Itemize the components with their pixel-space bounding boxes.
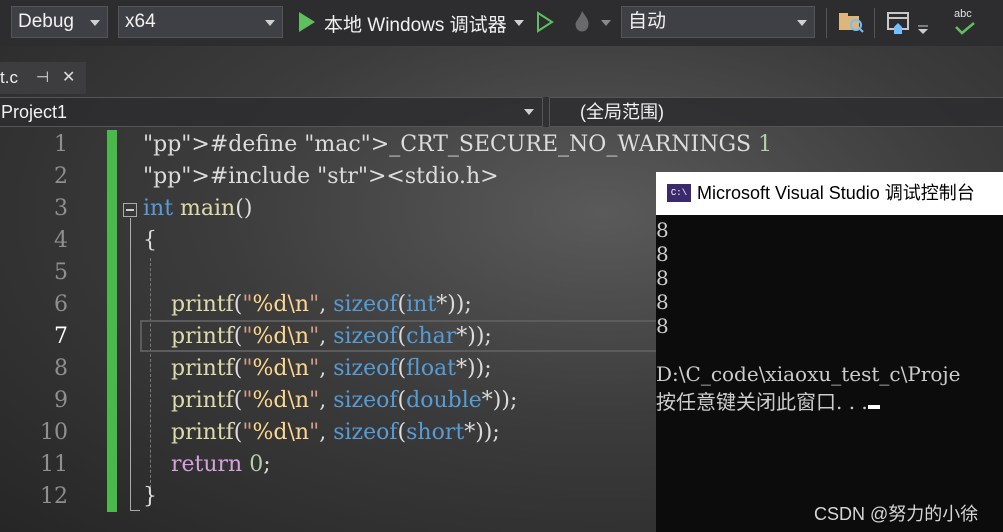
platform-select[interactable]: x64: [118, 6, 283, 38]
code-line: {: [143, 228, 157, 253]
chevron-down-icon: [524, 109, 534, 115]
text-cursor: [867, 405, 880, 409]
console-app-icon: C:\: [667, 184, 691, 202]
watermark: CSDN @努力的小徐: [814, 504, 979, 524]
toolbar-separator: [874, 8, 875, 38]
flame-icon: [575, 11, 589, 32]
project-dropdown[interactable]: Project1: [0, 97, 543, 127]
mode-select[interactable]: 自动: [621, 6, 815, 38]
collapse-toggle-icon[interactable]: [123, 203, 137, 217]
line-number: 10: [40, 420, 68, 445]
code-line: int main(): [143, 196, 253, 221]
window-layout-button[interactable]: [886, 10, 912, 40]
line-number: 1: [54, 132, 68, 157]
console-titlebar[interactable]: C:\ Microsoft Visual Studio 调试控制台: [656, 172, 1003, 215]
line-number: 6: [54, 292, 68, 317]
start-debug-button[interactable]: [298, 11, 316, 37]
chevron-down-icon: [265, 20, 275, 26]
play-outline-icon: [537, 11, 554, 33]
checkmark-icon: [955, 22, 975, 35]
console-line: 8: [656, 290, 669, 314]
chevron-down-icon[interactable]: [918, 24, 928, 34]
console-line: 8: [656, 314, 669, 338]
chevron-down-icon[interactable]: [514, 20, 524, 27]
config-value: Debug: [18, 11, 74, 32]
spell-check-label: abc: [954, 8, 972, 20]
code-line: printf("%d\n", sizeof(float*));: [170, 356, 492, 381]
navigation-bar: Project1 (全局范围): [0, 97, 1003, 127]
toolbar-separator: [826, 8, 827, 38]
hot-reload-button[interactable]: [570, 9, 594, 39]
line-number: 8: [54, 356, 68, 381]
toolbar: Debug x64 本地 Windows 调试器 自动 abc: [0, 0, 1003, 46]
mode-value: 自动: [628, 11, 667, 32]
chevron-down-icon: [797, 20, 807, 26]
change-indicator-bar: [107, 130, 117, 512]
run-label[interactable]: 本地 Windows 调试器: [324, 10, 507, 37]
line-number: 11: [40, 452, 68, 477]
code-line: printf("%d\n", sizeof(short*));: [170, 420, 500, 445]
line-number: 9: [54, 388, 68, 413]
config-select[interactable]: Debug: [11, 6, 108, 38]
console-prompt-line: 按任意键关闭此窗口. . .: [656, 386, 880, 415]
code-line: }: [143, 484, 157, 509]
code-line: printf("%d\n", sizeof(double*));: [170, 388, 518, 413]
console-line: 8: [656, 242, 669, 266]
project-name: Project1: [1, 102, 68, 122]
console-line: 8: [656, 266, 669, 290]
code-line: "pp">#include "str"><stdio.h>: [143, 164, 499, 189]
code-line: printf("%d\n", sizeof(char*));: [170, 324, 492, 349]
tab-label: t.c: [0, 68, 18, 87]
code-line: "pp">#define "mac">_CRT_SECURE_NO_WARNIN…: [143, 132, 773, 157]
console-line: 8: [656, 218, 669, 242]
pin-icon[interactable]: ⊣: [36, 62, 49, 94]
line-number: 4: [54, 228, 68, 253]
console-path-line: D:\C_code\xiaoxu_test_c\Proje: [656, 362, 961, 386]
code-line: printf("%d\n", sizeof(int*));: [170, 292, 472, 317]
console-title: Microsoft Visual Studio 调试控制台: [697, 183, 975, 203]
start-without-debug-button[interactable]: [536, 11, 554, 37]
chevron-down-icon[interactable]: [601, 20, 611, 27]
window-home-icon: [887, 12, 909, 34]
chevron-down-icon: [90, 20, 100, 26]
fold-guide: [130, 218, 131, 510]
line-number: 12: [40, 484, 68, 509]
line-number: 3: [54, 196, 68, 221]
line-number: 2: [54, 164, 68, 189]
scope-name: (全局范围): [580, 102, 664, 122]
line-number: 5: [54, 260, 68, 285]
tab-t-c[interactable]: t.c ⊣ ✕: [0, 62, 86, 94]
open-folder-button[interactable]: [838, 10, 864, 38]
folder-search-icon: [839, 13, 864, 33]
console-prompt: 按任意键关闭此窗口. . .: [656, 390, 868, 414]
scope-dropdown[interactable]: (全局范围): [549, 97, 1003, 127]
debug-console-window[interactable]: C:\ Microsoft Visual Studio 调试控制台 8 8 8 …: [656, 172, 1003, 532]
line-number-current: 7: [54, 324, 68, 349]
play-icon: [299, 12, 315, 32]
platform-value: x64: [125, 11, 156, 32]
fold-guide-end: [130, 510, 140, 511]
close-icon[interactable]: ✕: [62, 62, 75, 94]
document-tab-bar: t.c ⊣ ✕: [0, 62, 1003, 94]
code-line: return 0;: [170, 452, 271, 477]
